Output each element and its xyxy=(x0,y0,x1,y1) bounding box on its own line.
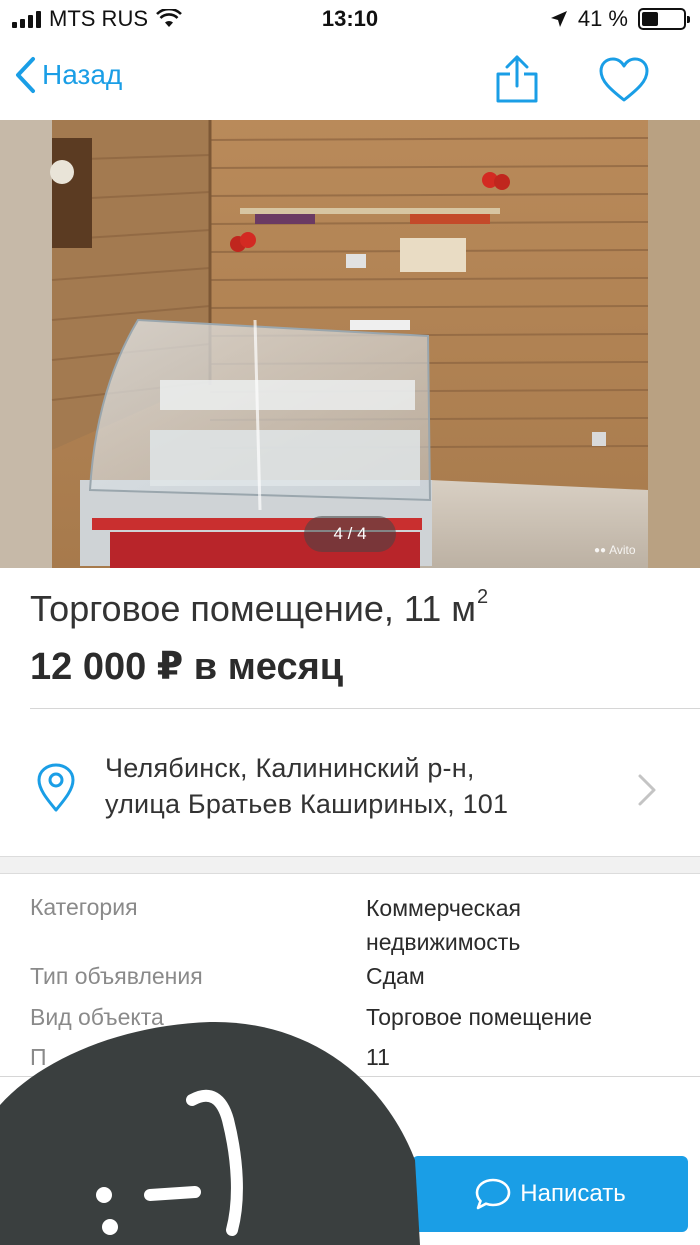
photo-counter: 4 / 4 xyxy=(304,516,396,552)
param-label-category: Категория xyxy=(30,894,138,920)
param-value-area: 11 xyxy=(366,1044,390,1070)
param-value-category-line2: недвижимость xyxy=(366,929,521,955)
param-value-object-type: Торговое помещение xyxy=(366,1004,593,1030)
share-icon[interactable] xyxy=(494,54,540,104)
listing-photo[interactable]: 4 / 4 ●● Avito xyxy=(0,120,700,568)
listing-title-text: Торговое помещение, 11 м xyxy=(30,588,477,629)
param-value-ad-type: Сдам xyxy=(366,963,425,989)
params-list: Категория Коммерческая недвижимость Тип … xyxy=(0,874,700,1078)
nav-bar: Назад xyxy=(0,40,700,120)
back-label: Назад xyxy=(42,59,123,90)
address-row[interactable]: Челябинск, Калининский р-н, улица Братье… xyxy=(0,709,700,856)
write-button-label: Написать xyxy=(520,1180,626,1207)
address-line-2: улица Братьев Кашириных, 101 xyxy=(105,789,509,819)
address-text: Челябинск, Калининский р-н, улица Братье… xyxy=(105,750,508,822)
avito-watermark: ●● Avito xyxy=(594,543,636,557)
chevron-left-icon xyxy=(16,57,35,93)
listing-title: Торговое помещение, 11 м2 xyxy=(30,586,488,630)
photo-image xyxy=(0,120,700,568)
divider xyxy=(0,1076,700,1077)
avito-logo-icon: ●● xyxy=(594,544,607,556)
section-separator xyxy=(0,856,700,874)
listing-title-unit-sup: 2 xyxy=(477,586,489,608)
listing-price: 12 000 ₽ в месяц xyxy=(30,646,344,688)
param-label-object-type: Вид объекта xyxy=(30,1004,164,1030)
heart-icon[interactable] xyxy=(598,56,650,104)
param-value-category: Коммерческая недвижимость xyxy=(366,891,521,959)
chat-bubble-icon xyxy=(475,1178,511,1210)
address-line-1: Челябинск, Калининский р-н, xyxy=(105,753,475,783)
watermark-text: Avito xyxy=(609,543,636,557)
back-button[interactable]: Назад xyxy=(14,56,122,94)
battery-percent: 41 % xyxy=(577,6,628,31)
chevron-right-icon xyxy=(638,774,656,806)
location-pin-icon xyxy=(37,763,75,812)
param-label-ad-type: Тип объявления xyxy=(30,963,203,989)
battery-fill xyxy=(642,12,659,26)
status-bar: MTS RUS 13:10 41 % xyxy=(0,0,700,40)
battery-icon xyxy=(638,8,690,30)
location-arrow-icon xyxy=(550,11,567,27)
status-right: 41 % xyxy=(550,6,690,32)
param-label-area: П xyxy=(30,1044,47,1070)
param-value-category-line1: Коммерческая xyxy=(366,895,521,921)
write-message-button[interactable]: Написать xyxy=(412,1156,688,1232)
